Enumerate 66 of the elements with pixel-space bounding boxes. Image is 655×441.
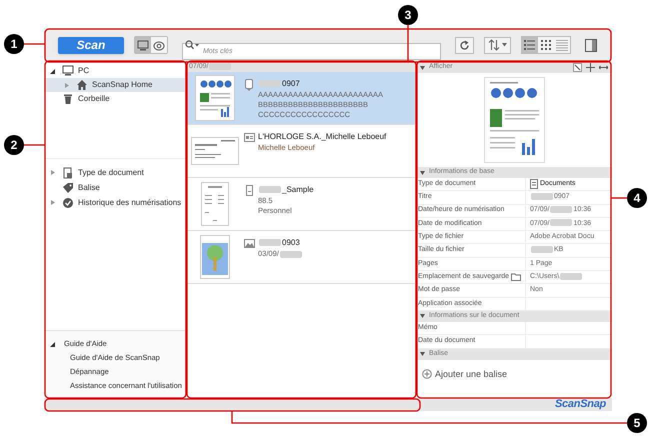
monitor-icon [136,40,149,50]
grid-view-button[interactable] [538,37,554,53]
collapse-arrow-icon [420,170,425,174]
tree-item[interactable]: Corbeille [44,92,185,106]
business-card-thumbnail [191,137,239,165]
receipt-icon [244,185,255,197]
leader-line [24,144,45,146]
list-view-button[interactable] [522,37,538,53]
collapsed-arrow-icon [50,170,55,175]
details-view-icon [556,39,568,51]
leader-line [24,43,45,45]
callout-number: 4 [627,188,647,208]
callout-number: 1 [4,34,24,54]
checkmark-circle-icon [62,196,74,208]
search-icon [184,40,199,50]
collapse-arrow-icon [420,352,425,356]
document-icon [530,179,538,190]
trash-icon [62,93,74,105]
filter-item[interactable]: Type de document [44,165,185,180]
sort-arrows-icon [488,39,500,51]
list-view-icon [524,39,536,51]
file-title: 0907 [258,78,384,90]
monitor-icon [62,65,74,77]
collapse-arrow-icon [420,314,425,318]
add-tag-button[interactable]: Ajouter une balise [422,368,508,382]
tag-icon [62,182,74,194]
leader-line [611,197,627,199]
refresh-icon [458,40,470,50]
panel-layout-icon [584,38,597,52]
expanded-arrow-icon [50,342,55,346]
tree-photo-thumbnail [200,235,230,279]
callout-number: 3 [398,5,418,25]
receipt-thumbnail [201,182,229,226]
collapse-arrow-icon [420,66,425,70]
caret-icon [502,43,508,47]
refresh-button[interactable] [455,36,474,54]
sort-button[interactable] [484,36,512,54]
filter-item[interactable]: Balise [44,180,185,195]
file-title: _Sample [258,184,314,196]
file-title: 0903 [258,237,303,249]
document-type-icon [62,166,74,178]
leader-line [407,25,409,61]
scan-button[interactable]: Scan [58,36,124,54]
collapsed-arrow-icon [64,82,69,88]
computer-view-button[interactable] [134,37,151,53]
scansnap-logo: ScanSnap [555,399,606,410]
tree-item[interactable]: ScanSnap Home [44,78,185,92]
file-title: L'HORLOGE S.A._Michelle Leboeuf [258,131,386,143]
file-icon [244,79,255,91]
image-icon [244,238,255,250]
callout-number: 2 [4,135,24,155]
callout-number: 5 [627,413,647,433]
move-tool-icon [586,63,595,72]
grid-view-icon [540,39,552,51]
filter-item[interactable]: Historique des numérisations [44,195,185,210]
panel-toggle-button[interactable] [583,37,598,53]
folder-icon [511,273,521,282]
plus-circle-icon [422,369,432,380]
expanded-arrow-icon [50,68,55,74]
document-thumbnail [195,75,235,121]
card-icon [244,132,255,144]
collapsed-arrow-icon [50,200,55,205]
house-icon [76,79,88,91]
cloud-view-button[interactable] [150,37,167,53]
tree-item[interactable]: PC [44,64,185,78]
fit-width-icon [599,63,608,72]
